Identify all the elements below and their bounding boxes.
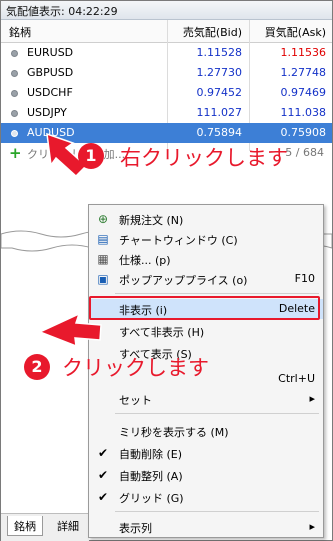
annotation-arrows [38, 132, 102, 348]
step-2-text: クリックします [62, 356, 209, 380]
pointer-arrow-2 [38, 312, 102, 348]
step-1-text: 右クリックします [120, 146, 288, 170]
step-1-badge: 1 [78, 143, 104, 169]
step-2-badge: 2 [24, 354, 50, 380]
